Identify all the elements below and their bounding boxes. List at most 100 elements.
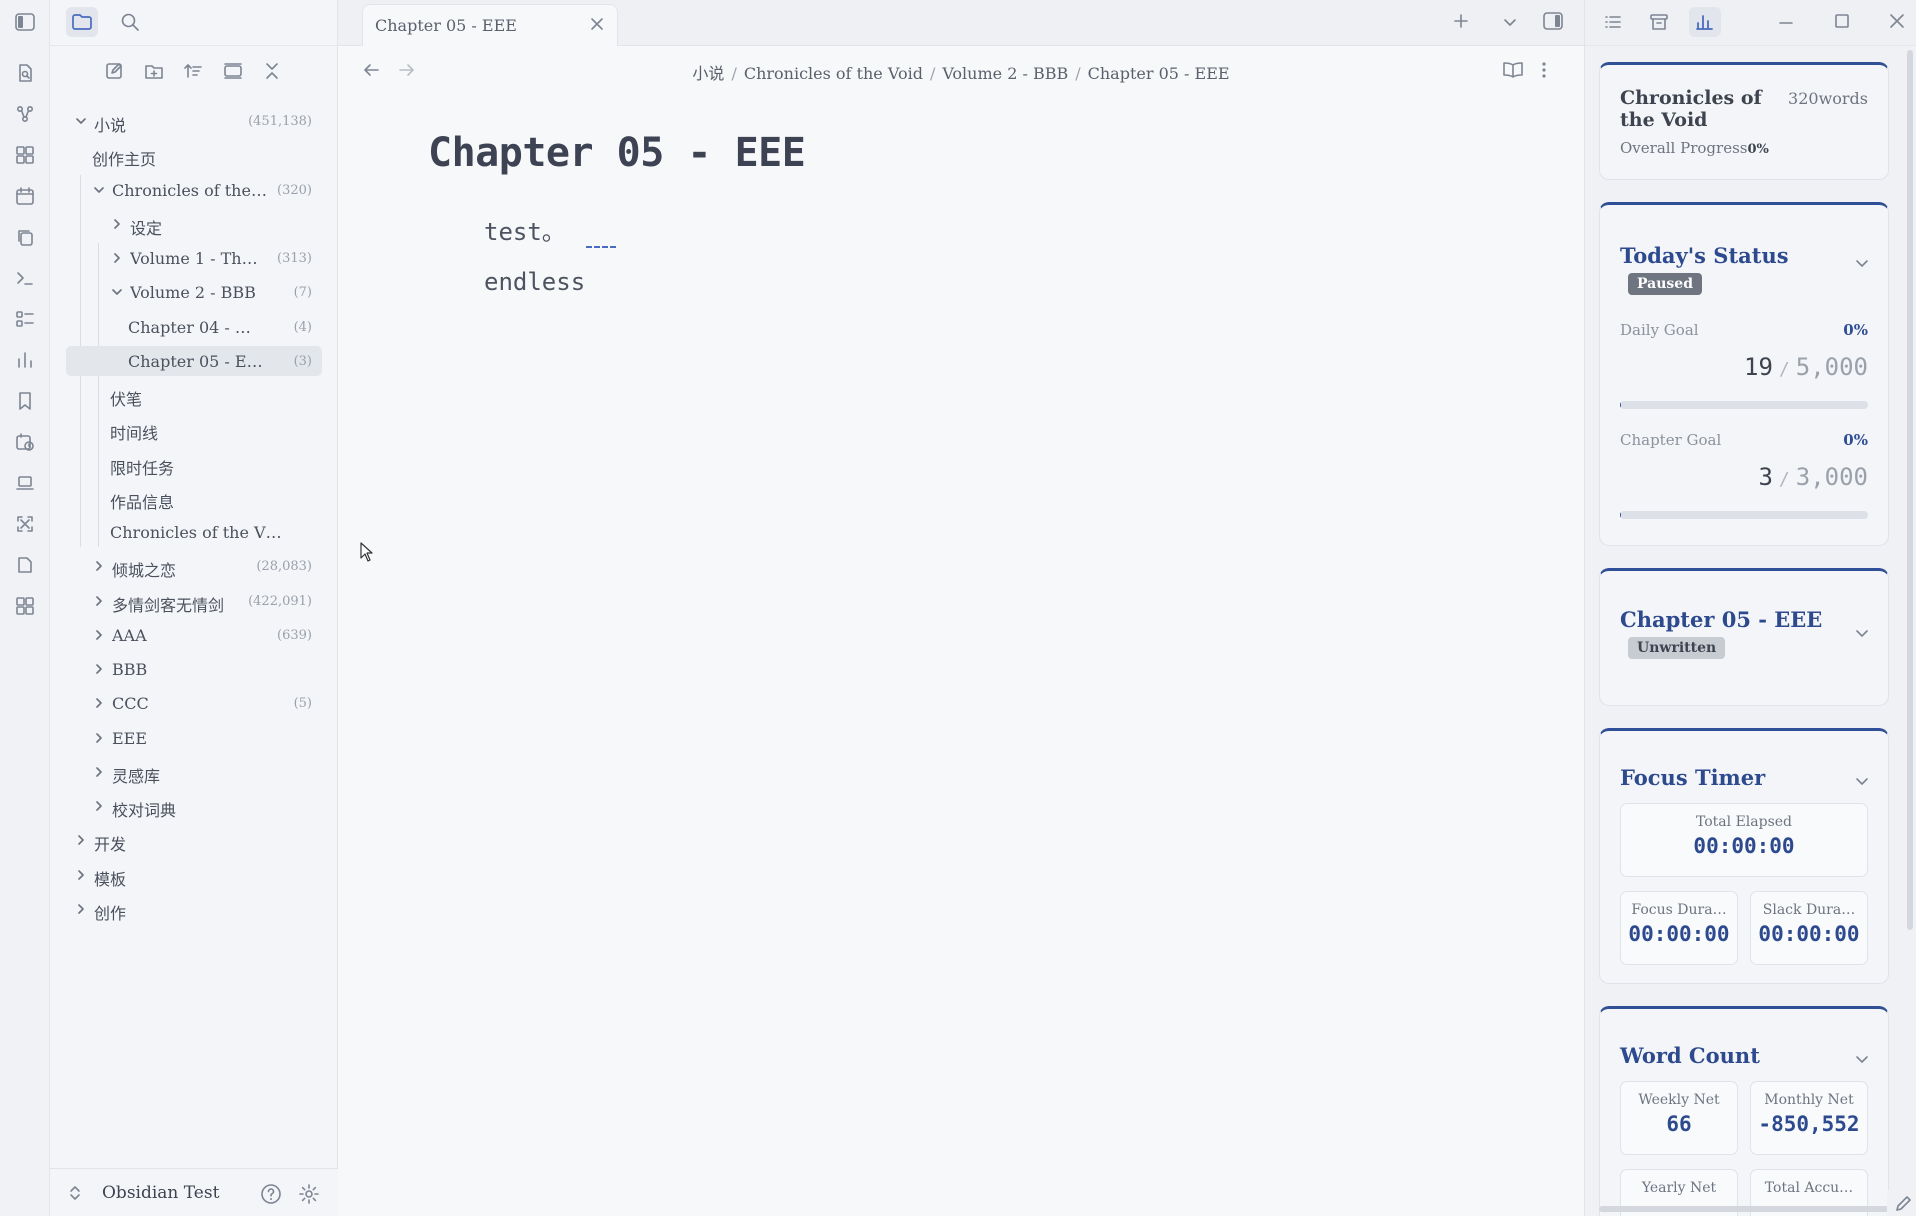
document-line[interactable]: test。 — [484, 212, 566, 247]
graph-icon[interactable] — [11, 100, 39, 128]
file-tree-folder[interactable]: 小说 (451,138) — [66, 106, 322, 136]
chevron-down-icon[interactable] — [92, 183, 106, 197]
list-icon[interactable] — [11, 305, 39, 333]
file-tree-note[interactable]: 伏笔 — [102, 380, 322, 410]
file-tree-folder[interactable]: Volume 1 - Th… (313) — [102, 243, 322, 273]
collapse-view-icon[interactable] — [217, 56, 249, 86]
vault-switch-icon[interactable] — [68, 1185, 82, 1201]
file-tree-note[interactable]: Chapter 04 - … (4) — [120, 312, 322, 342]
tab-title: Chapter 05 - EEE — [375, 16, 517, 35]
calendar-icon[interactable] — [11, 182, 39, 210]
file-tree-note[interactable]: 作品信息 — [102, 483, 322, 513]
vault-name[interactable]: Obsidian Test — [102, 1183, 219, 1203]
bar-chart-icon[interactable] — [11, 346, 39, 374]
chevron-right-icon[interactable] — [92, 594, 106, 608]
collapse-chevron-down-icon[interactable] — [1854, 773, 1870, 789]
chevron-right-icon[interactable] — [92, 662, 106, 676]
toggle-left-sidebar-icon[interactable] — [11, 8, 39, 36]
chevron-right-icon[interactable] — [92, 799, 106, 813]
files-tab-folder-icon[interactable] — [66, 7, 98, 37]
maximize-window-icon[interactable] — [1833, 12, 1851, 30]
archive-icon[interactable] — [1643, 7, 1675, 37]
reading-view-book-icon[interactable] — [1502, 61, 1524, 79]
help-icon[interactable] — [260, 1183, 282, 1205]
file-tree-note[interactable]: Chronicles of the V… — [102, 517, 322, 547]
minimize-window-icon[interactable] — [1777, 14, 1795, 32]
file-tree-note[interactable]: 创作主页 — [84, 140, 322, 170]
new-tab-plus-icon[interactable] — [1452, 12, 1470, 30]
edit-pencil-icon[interactable] — [1887, 1190, 1916, 1216]
collapse-chevron-down-icon[interactable] — [1854, 255, 1870, 271]
chevron-right-icon[interactable] — [110, 251, 124, 265]
stats-chart-icon[interactable] — [1689, 7, 1721, 37]
tab-chapter-05[interactable]: Chapter 05 - EEE — [362, 4, 618, 46]
settings-gear-icon[interactable] — [298, 1183, 320, 1205]
right-panel-tabs — [1585, 0, 1916, 46]
file-tree-folder[interactable]: 多情剑客无情剑 (422,091) — [84, 586, 322, 616]
close-window-icon[interactable] — [1888, 12, 1906, 30]
file-tree-folder[interactable]: 开发 — [66, 825, 322, 855]
file-tree-folder[interactable]: 倾城之恋 (28,083) — [84, 551, 322, 581]
file-tree-note[interactable]: 限时任务 — [102, 449, 322, 479]
expand-icon[interactable] — [11, 510, 39, 538]
breadcrumb-item[interactable]: Volume 2 - BBB — [942, 64, 1068, 83]
outline-list-icon[interactable] — [1597, 7, 1629, 37]
tree-item-label: 倾城之恋 — [112, 561, 177, 581]
chevron-right-icon[interactable] — [74, 833, 88, 847]
panel-horizontal-scrollbar[interactable] — [1599, 1206, 1899, 1212]
new-folder-icon[interactable] — [138, 56, 170, 86]
tree-item-label: AAA — [112, 625, 147, 645]
toggle-right-sidebar-icon[interactable] — [1542, 11, 1564, 31]
tab-list-chevron-down-icon[interactable] — [1502, 14, 1518, 30]
file-tree-folder[interactable]: CCC (5) — [84, 688, 322, 718]
search-icon[interactable] — [114, 7, 146, 37]
breadcrumb-item[interactable]: Chapter 05 - EEE — [1088, 64, 1230, 83]
copy-icon[interactable] — [11, 223, 39, 251]
calendar-clock-icon[interactable] — [11, 428, 39, 456]
collapse-all-icon[interactable] — [256, 56, 288, 86]
file-tree-folder[interactable]: Chronicles of the… (320) — [84, 175, 322, 205]
chevron-right-icon[interactable] — [92, 559, 106, 573]
terminal-icon[interactable] — [11, 264, 39, 292]
chevron-right-icon[interactable] — [92, 628, 106, 642]
chevron-right-icon[interactable] — [110, 217, 124, 231]
chevron-right-icon[interactable] — [92, 765, 106, 779]
breadcrumb-item[interactable]: Chronicles of the Void — [744, 64, 923, 83]
document-title[interactable]: Chapter 05 - EEE — [428, 130, 806, 176]
spellcheck-underline — [586, 246, 616, 248]
file-tree-note[interactable]: 时间线 — [102, 414, 322, 444]
file-tree-folder[interactable]: Volume 2 - BBB (7) — [102, 277, 322, 307]
laptop-icon[interactable] — [11, 469, 39, 497]
file-tree-folder[interactable]: 灵感库 — [84, 757, 322, 787]
sort-icon[interactable] — [177, 56, 209, 86]
file-search-icon[interactable] — [11, 59, 39, 87]
breadcrumb-item[interactable]: 小说 — [692, 64, 724, 83]
document-line[interactable]: endless — [484, 268, 585, 296]
file-tree-folder[interactable]: 模板 — [66, 860, 322, 890]
file-tree-folder[interactable]: EEE — [84, 723, 322, 753]
close-tab-icon[interactable] — [589, 16, 605, 32]
bookmark-icon[interactable] — [11, 387, 39, 415]
grid-icon[interactable] — [11, 592, 39, 620]
chevron-right-icon[interactable] — [92, 696, 106, 710]
file-tree-folder[interactable]: 设定 — [102, 209, 322, 239]
collapse-chevron-down-icon[interactable] — [1854, 625, 1870, 641]
file-tree-folder[interactable]: 创作 — [66, 894, 322, 924]
collapse-chevron-down-icon[interactable] — [1854, 1051, 1870, 1067]
chevron-right-icon[interactable] — [74, 902, 88, 916]
file-tree-note[interactable]: Chapter 05 - E… (3) — [66, 345, 322, 376]
chevron-right-icon[interactable] — [74, 868, 88, 882]
file-tree-folder[interactable]: 校对词典 — [84, 791, 322, 821]
chevron-down-icon[interactable] — [74, 114, 88, 128]
more-options-icon[interactable] — [1540, 61, 1548, 79]
file-tree-folder[interactable]: BBB — [84, 654, 322, 684]
panel-scrollbar[interactable] — [1907, 50, 1913, 930]
new-note-icon[interactable] — [98, 56, 130, 86]
daily-goal-label: Daily Goal — [1620, 321, 1699, 339]
file-tree-folder[interactable]: AAA (639) — [84, 620, 322, 650]
chevron-down-icon[interactable] — [110, 285, 124, 299]
chevron-right-icon[interactable] — [92, 731, 106, 745]
canvas-icon[interactable] — [11, 141, 39, 169]
book-card[interactable]: Chronicles of the Void 320words Overall … — [1599, 62, 1889, 180]
file-icon[interactable] — [11, 551, 39, 579]
